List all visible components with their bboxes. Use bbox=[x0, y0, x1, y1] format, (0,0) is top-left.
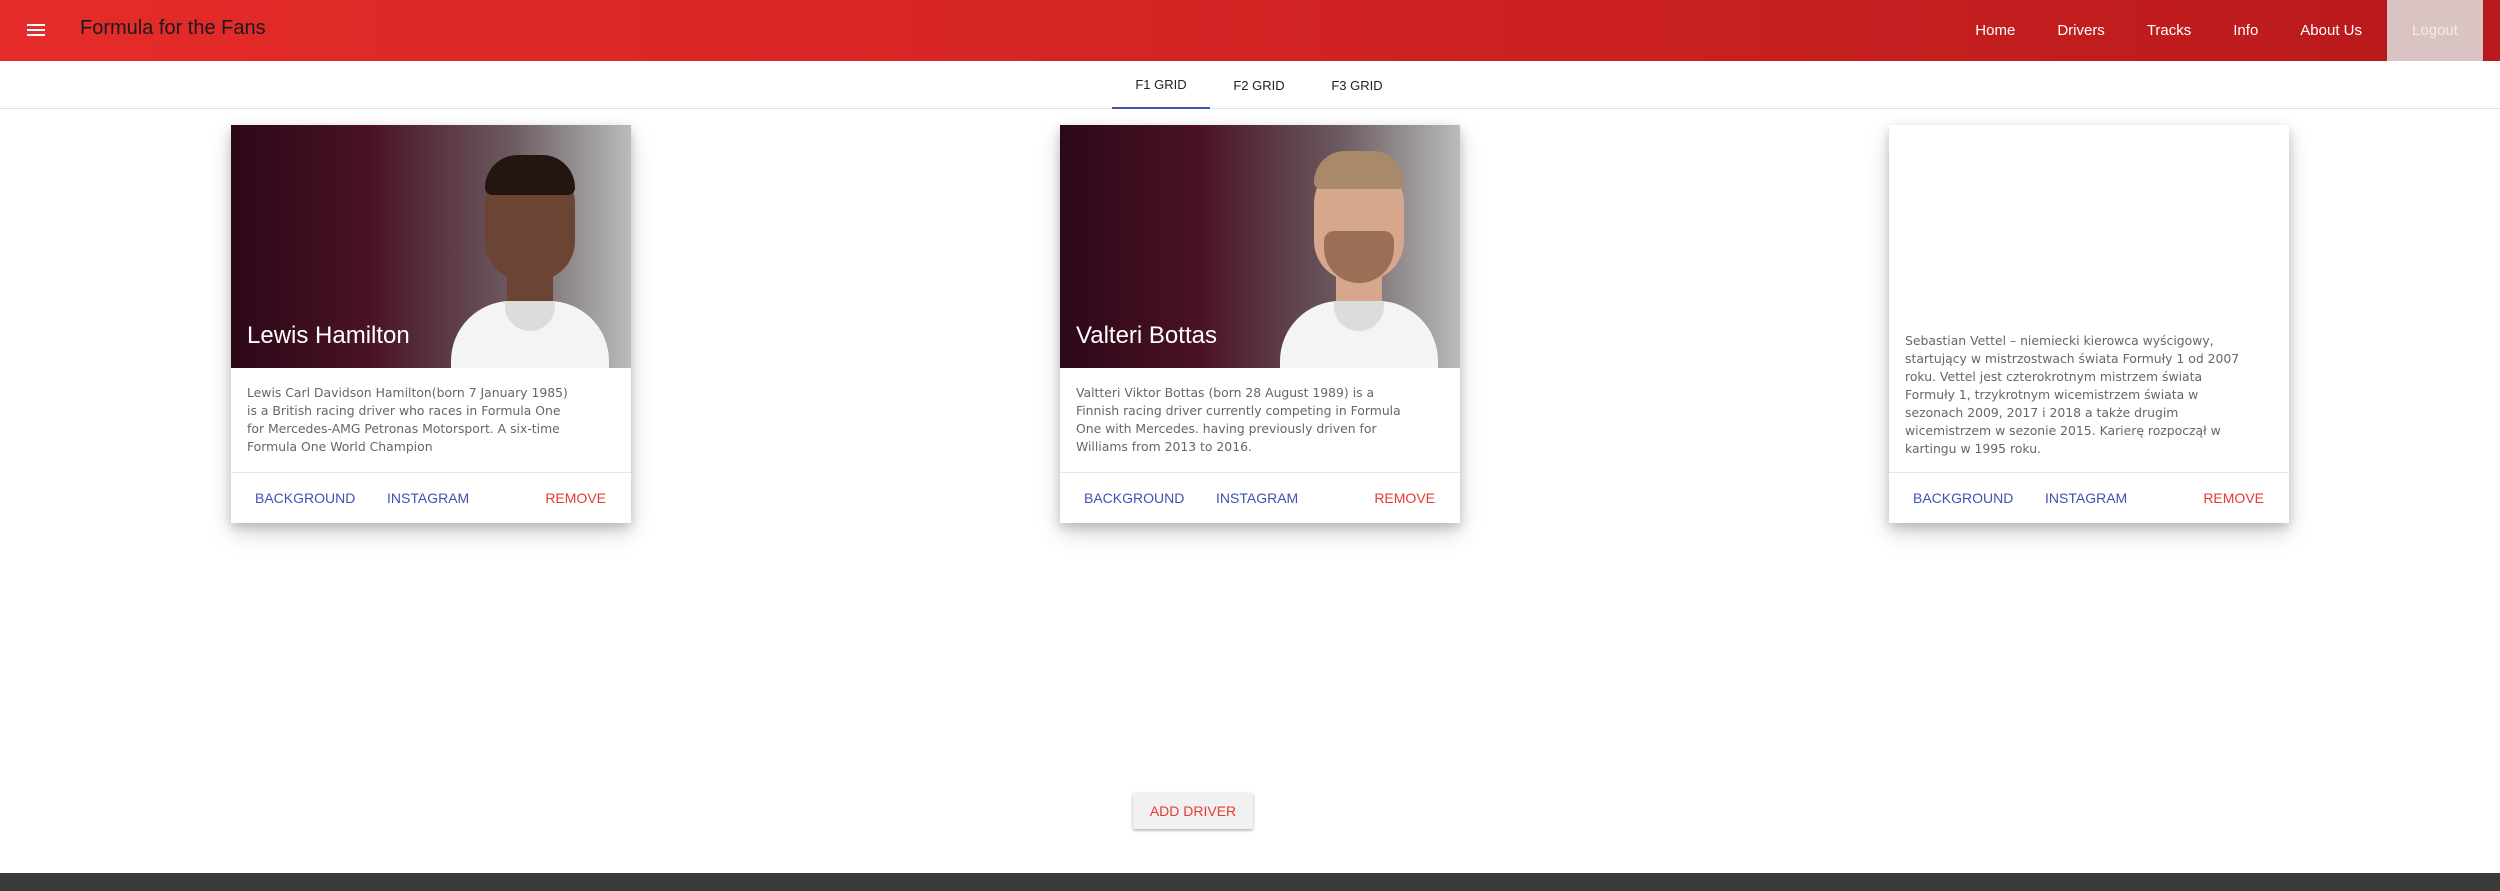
tab-f3-grid[interactable]: F3 GRID bbox=[1308, 61, 1406, 109]
instagram-button[interactable]: INSTAGRAM bbox=[387, 473, 469, 523]
remove-button[interactable]: REMOVE bbox=[1374, 473, 1435, 523]
driver-card: Lewis Hamilton Lewis Carl Davidson Hamil… bbox=[231, 125, 631, 523]
driver-description: Sebastian Vettel – niemiecki kierowca wy… bbox=[1905, 333, 2240, 456]
background-button[interactable]: BACKGROUND bbox=[255, 473, 355, 523]
app-title: Formula for the Fans bbox=[80, 17, 266, 39]
grid-tabs: F1 GRID F2 GRID F3 GRID bbox=[1112, 61, 1406, 109]
nav-about-us[interactable]: About Us bbox=[2279, 0, 2383, 61]
background-button[interactable]: BACKGROUND bbox=[1084, 473, 1184, 523]
nav-drivers[interactable]: Drivers bbox=[2036, 0, 2126, 61]
remove-button[interactable]: REMOVE bbox=[2203, 473, 2264, 523]
card-actions: BACKGROUND INSTAGRAM REMOVE bbox=[1889, 473, 2289, 523]
driver-description: Valtteri Viktor Bottas (born 28 August 1… bbox=[1076, 385, 1401, 454]
driver-portrait bbox=[1280, 151, 1438, 368]
driver-name: Lewis Hamilton bbox=[247, 322, 410, 349]
nav-info[interactable]: Info bbox=[2212, 0, 2279, 61]
driver-portrait bbox=[451, 151, 609, 368]
tab-f2-grid[interactable]: F2 GRID bbox=[1210, 61, 1308, 109]
tab-f1-grid[interactable]: F1 GRID bbox=[1112, 61, 1210, 109]
main-nav: Home Drivers Tracks Info About Us Logout bbox=[1954, 0, 2500, 61]
remove-button[interactable]: REMOVE bbox=[545, 473, 606, 523]
driver-photo: Lewis Hamilton bbox=[231, 125, 631, 368]
driver-photo: Valteri Bottas bbox=[1060, 125, 1460, 368]
driver-card: Sebastian Vettel – niemiecki kierowca wy… bbox=[1889, 125, 2289, 523]
nav-tracks[interactable]: Tracks bbox=[2126, 0, 2212, 61]
card-actions: BACKGROUND INSTAGRAM REMOVE bbox=[231, 473, 631, 523]
driver-description: Lewis Carl Davidson Hamilton(born 7 Janu… bbox=[247, 385, 568, 454]
menu-icon[interactable] bbox=[20, 14, 52, 46]
card-actions: BACKGROUND INSTAGRAM REMOVE bbox=[1060, 473, 1460, 523]
background-button[interactable]: BACKGROUND bbox=[1913, 473, 2013, 523]
instagram-button[interactable]: INSTAGRAM bbox=[1216, 473, 1298, 523]
driver-name: Valteri Bottas bbox=[1076, 322, 1217, 349]
logout-button[interactable]: Logout bbox=[2387, 0, 2483, 61]
grid-tabs-bar: F1 GRID F2 GRID F3 GRID bbox=[0, 61, 2500, 109]
add-driver-button[interactable]: ADD DRIVER bbox=[1133, 793, 1253, 829]
nav-home[interactable]: Home bbox=[1954, 0, 2036, 61]
footer bbox=[0, 873, 2500, 891]
instagram-button[interactable]: INSTAGRAM bbox=[2045, 473, 2127, 523]
app-bar: Formula for the Fans Home Drivers Tracks… bbox=[0, 0, 2500, 61]
driver-card: Valteri Bottas Valtteri Viktor Bottas (b… bbox=[1060, 125, 1460, 523]
